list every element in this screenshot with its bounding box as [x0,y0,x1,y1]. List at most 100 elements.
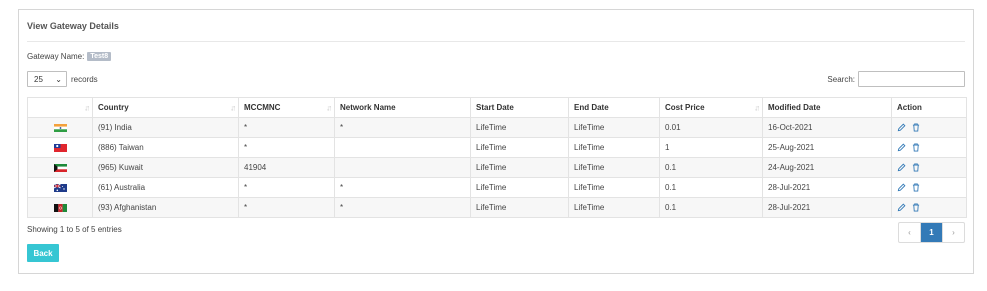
network-name-cell: * [334,177,471,198]
gateway-table: ↓↑ Country ↓↑ MCCMNC ↓↑ Network Name Start… [27,97,967,218]
australia-flag-icon [53,183,67,192]
flag-cell [27,197,93,218]
pencil-icon[interactable] [897,163,906,172]
modified-date-cell: 28-Jul-2021 [762,177,892,198]
trash-icon[interactable] [912,183,920,192]
action-cell [891,177,967,198]
page-length-value: 25 [34,74,43,84]
column-header-mccmnc[interactable]: MCCMNC ↓↑ [238,97,335,118]
end-date-cell: LifeTime [568,197,660,218]
page-length-select[interactable]: 25 ⌄ [27,71,67,87]
trash-icon[interactable] [912,123,920,132]
column-header-flag[interactable]: ↓↑ [27,97,93,118]
network-name-cell: * [334,197,471,218]
cost-price-cell: 0.01 [659,117,763,138]
end-date-cell: LifeTime [568,137,660,158]
taiwan-flag-icon [53,143,67,152]
start-date-cell: LifeTime [470,137,569,158]
column-header-start-date[interactable]: Start Date [470,97,569,118]
cost-price-cell: 0.1 [659,157,763,178]
pencil-icon[interactable] [897,143,906,152]
flag-cell [27,117,93,138]
mccmnc-cell: * [238,137,335,158]
sort-icon: ↓↑ [84,103,90,112]
title-divider [27,41,965,42]
table-row: (965) Kuwait 41904 LifeTime LifeTime 0.1… [27,157,967,178]
trash-icon[interactable] [912,203,920,212]
end-date-cell: LifeTime [568,117,660,138]
start-date-cell: LifeTime [470,177,569,198]
gateway-name-label: Gateway Name: [27,52,85,61]
sort-icon: ↓↑ [754,103,760,112]
cost-price-cell: 1 [659,137,763,158]
table-row: (91) India * * LifeTime LifeTime 0.01 16… [27,117,967,138]
search-control: Search: [827,71,965,87]
flag-cell [27,137,93,158]
trash-icon[interactable] [912,143,920,152]
trash-icon[interactable] [912,163,920,172]
country-cell: (61) Australia [92,177,239,198]
flag-cell [27,177,93,198]
column-header-network-name[interactable]: Network Name [334,97,471,118]
country-cell: (93) Afghanistan [92,197,239,218]
india-flag-icon [53,123,67,132]
table-row: (93) Afghanistan * * LifeTime LifeTime 0… [27,197,967,218]
page-title: View Gateway Details [27,21,119,31]
start-date-cell: LifeTime [470,157,569,178]
mccmnc-cell: * [238,197,335,218]
afghanistan-flag-icon [53,203,67,212]
country-cell: (91) India [92,117,239,138]
modified-date-cell: 25-Aug-2021 [762,137,892,158]
modified-date-cell: 24-Aug-2021 [762,157,892,178]
column-header-cost-price[interactable]: Cost Price ↓↑ [659,97,763,118]
mccmnc-cell: * [238,117,335,138]
start-date-cell: LifeTime [470,197,569,218]
network-name-cell: * [334,117,471,138]
action-cell [891,197,967,218]
column-header-end-date[interactable]: End Date [568,97,660,118]
cost-price-cell: 0.1 [659,177,763,198]
pagination-prev-button[interactable]: ‹ [899,223,921,242]
sort-icon: ↓↑ [326,103,332,112]
table-info: Showing 1 to 5 of 5 entries [27,225,122,234]
search-input[interactable] [858,71,965,87]
chevron-down-icon: ⌄ [55,74,62,84]
column-header-country[interactable]: Country ↓↑ [92,97,239,118]
action-cell [891,157,967,178]
gateway-name-badge: Test8 [87,52,112,61]
column-header-modified-date[interactable]: Modified Date [762,97,892,118]
network-name-cell [334,157,471,178]
action-cell [891,137,967,158]
column-header-action: Action [891,97,967,118]
mccmnc-cell: * [238,177,335,198]
country-cell: (886) Taiwan [92,137,239,158]
action-cell [891,117,967,138]
pencil-icon[interactable] [897,183,906,192]
table-header-row: ↓↑ Country ↓↑ MCCMNC ↓↑ Network Name Start… [27,97,967,118]
gateway-details-panel: View Gateway Details Gateway Name: Test8… [18,9,974,274]
pagination-page-button[interactable]: 1 [921,223,943,242]
cost-price-cell: 0.1 [659,197,763,218]
end-date-cell: LifeTime [568,177,660,198]
table-row: (886) Taiwan * LifeTime LifeTime 1 25-Au… [27,137,967,158]
country-cell: (965) Kuwait [92,157,239,178]
gateway-name-row: Gateway Name: Test8 [27,52,112,61]
kuwait-flag-icon [53,163,67,172]
pagination: ‹ 1 › [898,222,965,243]
end-date-cell: LifeTime [568,157,660,178]
table-row: (61) Australia * * LifeTime LifeTime 0.1… [27,177,967,198]
flag-cell [27,157,93,178]
modified-date-cell: 16-Oct-2021 [762,117,892,138]
page-length-control: 25 ⌄ records [27,71,98,87]
start-date-cell: LifeTime [470,117,569,138]
pencil-icon[interactable] [897,123,906,132]
pagination-next-button[interactable]: › [943,223,964,242]
network-name-cell [334,137,471,158]
search-label: Search: [827,74,855,84]
mccmnc-cell: 41904 [238,157,335,178]
sort-icon: ↓↑ [230,103,236,112]
pencil-icon[interactable] [897,203,906,212]
page-length-suffix: records [71,74,98,84]
modified-date-cell: 28-Jul-2021 [762,197,892,218]
back-button[interactable]: Back [27,244,59,262]
